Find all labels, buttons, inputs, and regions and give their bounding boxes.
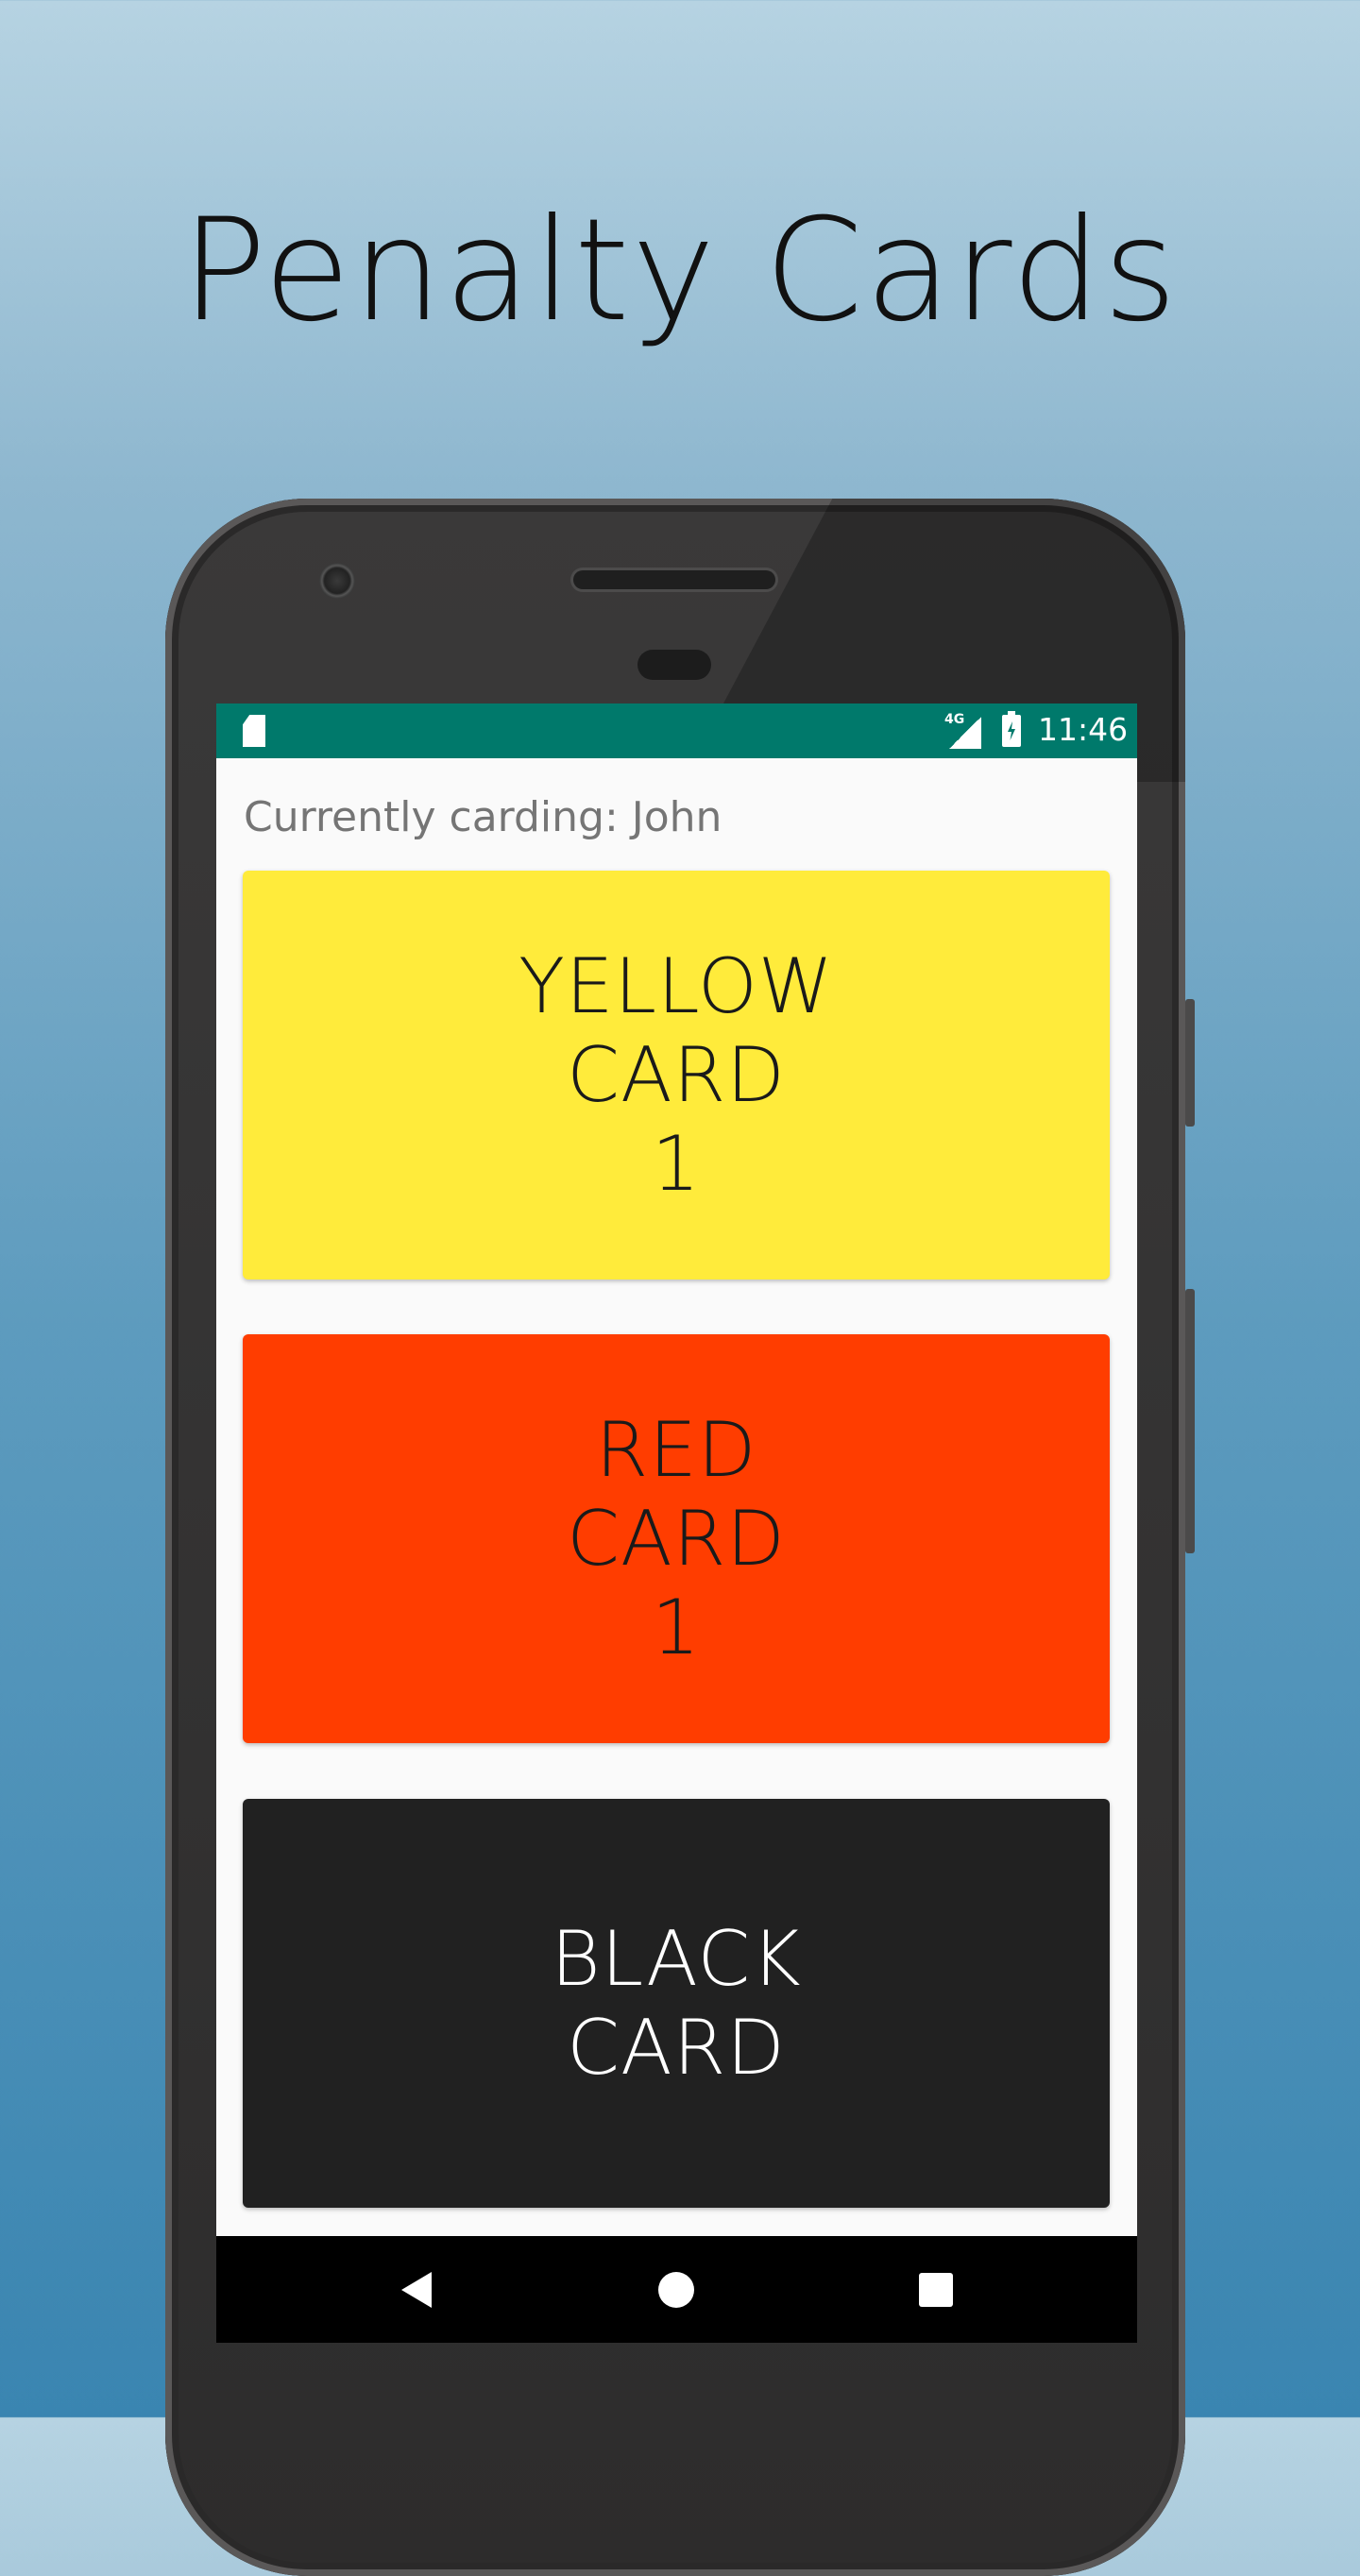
phone-screen: 4G 11:46 Currently carding: John YELLOW …: [216, 703, 1137, 2343]
status-time: 11:46: [1038, 711, 1129, 748]
yellow-card-text: YELLOW CARD 1: [518, 942, 834, 1209]
card-count: 1: [652, 1583, 701, 1671]
battery-charging-icon: [1002, 711, 1021, 747]
card-label-line: BLACK: [551, 1914, 802, 2003]
card-count: 1: [652, 1119, 701, 1208]
navigation-bar: [216, 2236, 1137, 2343]
currently-carding-label: Currently carding: John: [244, 793, 722, 841]
red-card-button[interactable]: RED CARD 1: [243, 1334, 1110, 1743]
recents-icon[interactable]: [919, 2273, 953, 2307]
yellow-card-button[interactable]: YELLOW CARD 1: [243, 871, 1110, 1280]
proximity-sensor: [638, 650, 711, 680]
status-bar: 4G 11:46: [216, 703, 1137, 758]
card-label-line: CARD: [567, 1494, 786, 1583]
back-icon[interactable]: [401, 2272, 432, 2308]
front-camera-icon: [319, 563, 355, 599]
promo-headline: Penalty Cards: [180, 189, 1180, 353]
volume-button: [1185, 1289, 1195, 1553]
card-label-line: CARD: [567, 2003, 786, 2092]
black-card-button[interactable]: BLACK CARD: [243, 1799, 1110, 2208]
home-icon[interactable]: [658, 2272, 694, 2308]
card-label-line: RED: [595, 1405, 757, 1494]
card-label-line: YELLOW: [518, 941, 834, 1030]
red-card-text: RED CARD 1: [567, 1406, 786, 1672]
network-type: 4G: [944, 712, 965, 727]
black-card-text: BLACK CARD: [551, 1915, 801, 2093]
power-button: [1185, 999, 1195, 1127]
card-label-line: CARD: [567, 1030, 786, 1119]
sd-card-icon: [243, 715, 265, 747]
earpiece-speaker: [573, 570, 775, 589]
